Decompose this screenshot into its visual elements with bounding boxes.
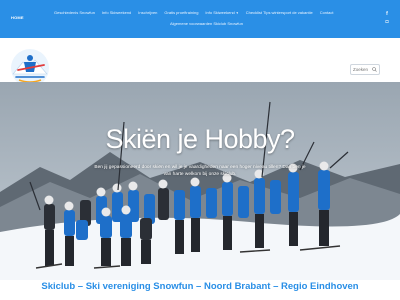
nav-home-link[interactable]: HOME (11, 15, 24, 20)
hero-photo (0, 82, 400, 280)
nav-geschiedenis-link[interactable]: Geschiedenis Snowfun (54, 10, 95, 15)
nav-contact-link[interactable]: Contact (320, 10, 334, 15)
nav-info-skiweekend-link[interactable]: Info Skiweekend (102, 10, 131, 15)
top-navigation-bar: HOME Geschiedenis Snowfun Info Skiweeken… (0, 0, 400, 38)
search-icon[interactable] (372, 67, 377, 72)
search-box (350, 64, 380, 75)
hero-banner: Skiën je Hobby? Ben jij gepassioneerd do… (0, 82, 400, 280)
nav-checklist-link[interactable]: Checklist Tips wintersport de vakantie (246, 10, 313, 15)
nav-proeftraining-link[interactable]: Gratis proeftraining (164, 10, 198, 15)
nav-menu-row-1: Geschiedenis Snowfun Info Skiweekend Ins… (54, 10, 340, 15)
nav-dropdown-label: Info Skiweekend (205, 10, 235, 15)
logo-skier-head (27, 55, 33, 61)
nav-info-skiweekend-dropdown[interactable]: Info Skiweekend ▼ (205, 10, 238, 15)
chevron-down-icon: ▼ (235, 10, 239, 15)
social-links: f ◘ (384, 12, 390, 25)
nav-algemene-voorwaarden-link[interactable]: Algemene voorwaarden Skiclub Snowfun (170, 21, 243, 26)
facebook-icon[interactable]: f (386, 12, 388, 17)
instagram-icon[interactable]: ◘ (385, 20, 388, 25)
site-tagline: Skiclub – Ski vereniging Snowfun – Noord… (41, 281, 359, 292)
nav-inschrijven-link[interactable]: Inschrijven (138, 10, 157, 15)
hero-subtitle: Ben jij gepassioneerd door skiën en wil … (94, 165, 306, 177)
nav-menu-row-2: Algemene voorwaarden Skiclub Snowfun (170, 21, 250, 26)
hero-title: Skiën je Hobby? (105, 124, 295, 154)
